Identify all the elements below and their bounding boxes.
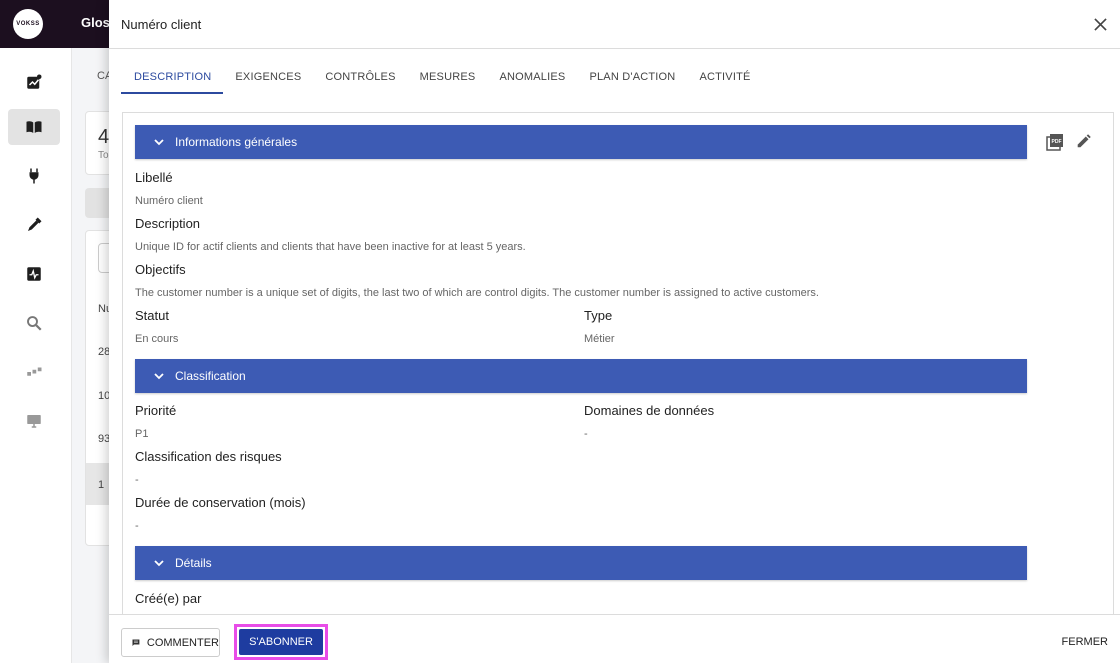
tab-anomalies[interactable]: ANOMALIES (487, 62, 577, 94)
duree-label: Durée de conservation (mois) (135, 495, 306, 510)
sidebar-item-dashboard[interactable] (8, 64, 60, 100)
sidebar-item-quality[interactable] (8, 207, 60, 243)
cree-par-label: Créé(e) par (135, 591, 202, 606)
plug-icon (29, 168, 39, 184)
chevron-down-icon (154, 560, 164, 567)
chevron-down-icon (154, 373, 164, 380)
type-value: Métier (584, 333, 615, 345)
tab-activite[interactable]: ACTIVITÉ (687, 62, 762, 94)
subscribe-highlight: S'ABONNER (234, 624, 328, 660)
section-classification-header[interactable]: Classification (135, 359, 1027, 393)
app-logo: VOKSS (13, 9, 43, 39)
section-general-title: Informations générales (175, 135, 298, 149)
tab-plan-action[interactable]: PLAN D'ACTION (577, 62, 687, 94)
edit-button[interactable] (1075, 132, 1095, 152)
search-icon (27, 316, 42, 331)
close-footer-button[interactable]: FERMER (1062, 636, 1108, 648)
table-row[interactable]: 1 (98, 479, 104, 491)
comment-button-label: COMMENTER (146, 636, 219, 649)
sidebar-item-monitoring[interactable] (8, 256, 60, 292)
domaines-value: - (584, 428, 588, 440)
pencil-icon (1077, 134, 1091, 148)
activity-box-icon (27, 267, 41, 281)
comment-icon (132, 639, 140, 646)
close-icon (1093, 17, 1107, 31)
drawer-header: Numéro client (109, 0, 1120, 49)
summary-label: To (98, 150, 109, 161)
section-general-header[interactable]: Informations générales (135, 125, 1027, 159)
description-value: Unique ID for actif clients and clients … (135, 241, 526, 253)
description-panel: Informations générales PDF Libellé Numér… (122, 112, 1114, 614)
risques-label: Classification des risques (135, 449, 282, 464)
libelle-value: Numéro client (135, 195, 203, 207)
pdf-icon: PDF (1046, 134, 1063, 151)
risques-value: - (135, 474, 139, 486)
objectifs-value: The customer number is a unique set of d… (135, 287, 819, 299)
monitor-icon (27, 415, 41, 428)
libelle-label: Libellé (135, 170, 173, 185)
sidebar-item-lineage[interactable] (8, 354, 60, 390)
priorite-label: Priorité (135, 403, 177, 418)
tab-controles[interactable]: CONTRÔLES (313, 62, 407, 94)
sidebar-item-connectors[interactable] (8, 158, 60, 194)
sidebar-item-glossary[interactable] (8, 109, 60, 145)
section-classification-title: Classification (175, 369, 246, 383)
export-pdf-button[interactable]: PDF (1045, 132, 1065, 152)
priorite-value: P1 (135, 428, 149, 440)
tab-bar: DESCRIPTION EXIGENCES CONTRÔLES MESURES … (121, 62, 763, 94)
section-details-header[interactable]: Détails (135, 546, 1027, 580)
description-label: Description (135, 216, 201, 231)
tab-description[interactable]: DESCRIPTION (121, 62, 224, 94)
close-button[interactable] (1090, 14, 1110, 34)
chevron-down-icon (154, 139, 164, 146)
comment-button[interactable]: COMMENTER (121, 628, 220, 657)
dots-chart-icon (27, 367, 42, 376)
sidebar-item-search[interactable] (8, 305, 60, 341)
tab-exigences[interactable]: EXIGENCES (223, 62, 313, 94)
section-details-title: Détails (175, 556, 212, 570)
eyedropper-icon (28, 217, 42, 231)
drawer-footer: COMMENTER S'ABONNER FERMER (109, 614, 1120, 663)
domaines-label: Domaines de données (584, 403, 715, 418)
svg-text:PDF: PDF (1052, 139, 1062, 145)
app-title: Glos (81, 15, 110, 30)
summary-value: 4 (98, 126, 110, 148)
type-label: Type (584, 308, 613, 323)
sidebar (0, 48, 72, 663)
tab-mesures[interactable]: MESURES (408, 62, 488, 94)
detail-drawer: Numéro client DESCRIPTION EXIGENCES CONT… (109, 0, 1120, 663)
sidebar-item-admin[interactable] (8, 403, 60, 439)
subscribe-button[interactable]: S'ABONNER (239, 629, 323, 655)
book-open-icon (26, 121, 42, 133)
statut-value: En cours (135, 333, 179, 345)
duree-value: - (135, 520, 139, 532)
objectifs-label: Objectifs (135, 262, 186, 277)
trending-chart-icon (27, 74, 42, 89)
statut-label: Statut (135, 308, 169, 323)
drawer-title: Numéro client (121, 17, 202, 32)
